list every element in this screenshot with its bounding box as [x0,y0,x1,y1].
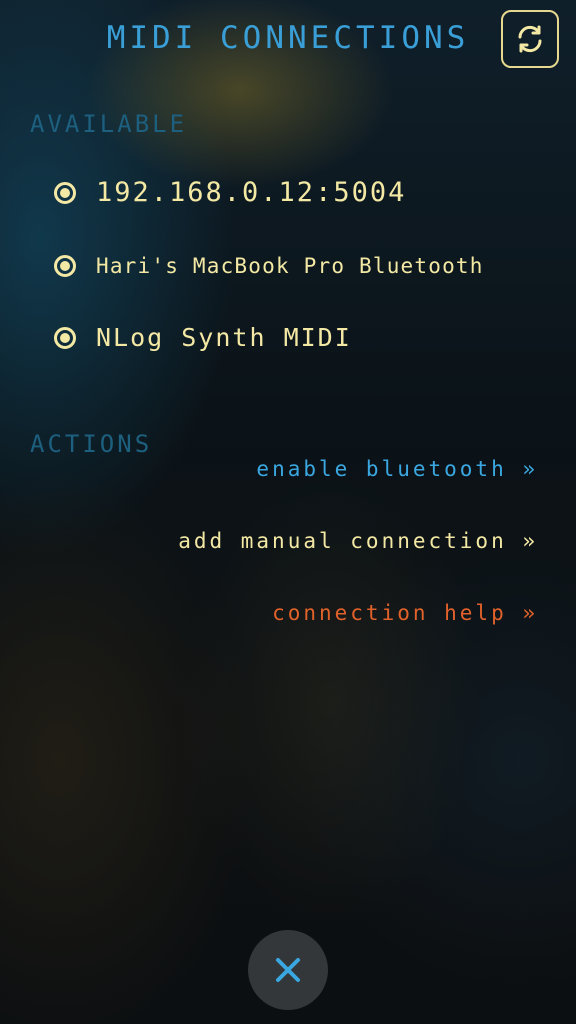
refresh-icon [513,22,547,56]
device-name: NLog Synth MIDI [96,323,352,352]
device-item[interactable]: Hari's MacBook Pro Bluetooth [54,254,484,278]
connection-help-link[interactable]: connection help » [272,601,538,625]
radio-selected-icon [54,255,76,277]
close-icon [274,956,302,984]
device-name: Hari's MacBook Pro Bluetooth [96,254,484,278]
radio-selected-icon [54,181,76,204]
enable-bluetooth-link[interactable]: enable bluetooth » [256,457,538,481]
device-item[interactable]: 192.168.0.12:5004 [54,177,406,208]
actions-section-label: ACTIONS [30,430,153,458]
available-section-label: AVAILABLE [30,110,188,138]
refresh-button[interactable] [501,10,559,68]
page-title: MIDI CONNECTIONS [106,20,470,56]
radio-selected-icon [54,326,76,349]
close-button[interactable] [248,930,328,1010]
add-manual-connection-link[interactable]: add manual connection » [178,529,538,553]
device-item[interactable]: NLog Synth MIDI [54,323,352,352]
device-name: 192.168.0.12:5004 [96,177,407,208]
